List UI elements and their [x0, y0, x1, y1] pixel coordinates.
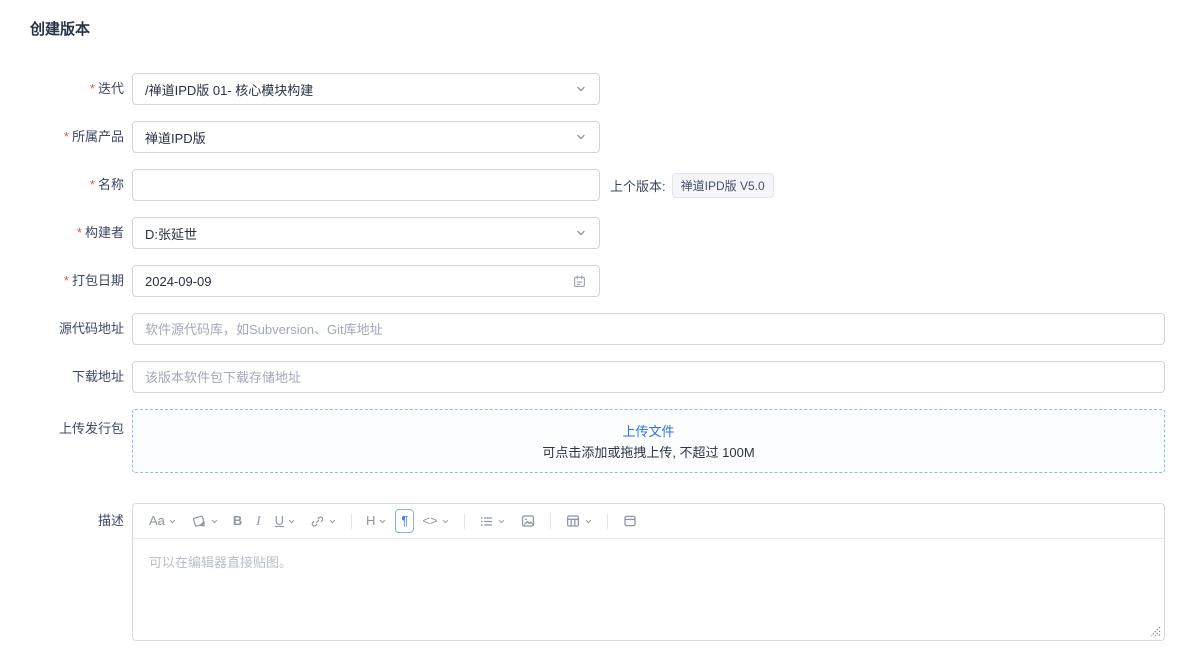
paragraph-glyph: ¶: [401, 513, 409, 528]
create-build-page: 创建版本 * 迭代 /禅道IPD版 01- 核心模块构建 * 所属产品 禅道IPD版…: [0, 0, 1201, 641]
table-button[interactable]: [559, 509, 599, 533]
bold-button[interactable]: B: [227, 509, 248, 533]
toolbar-divider: [351, 513, 353, 529]
required-mark: *: [76, 225, 82, 240]
upload-file-link[interactable]: 上传文件: [622, 421, 674, 440]
download-input[interactable]: [132, 361, 1165, 393]
toolbar-divider: [549, 513, 551, 529]
toolbar-divider: [463, 513, 465, 529]
iteration-select-value: /禅道IPD版 01- 核心模块构建: [145, 82, 314, 98]
resize-handle[interactable]: [1150, 626, 1161, 637]
chevron-down-icon: [584, 517, 593, 526]
row-build-date: * 打包日期 2024-09-09: [30, 265, 1201, 297]
italic-glyph: I: [256, 513, 261, 528]
builder-label: * 构建者: [76, 225, 124, 240]
description-editor: Aa B I U H ¶ <> 可以在编辑器直接贴图。: [132, 503, 1165, 641]
build-date-input[interactable]: 2024-09-09: [132, 265, 600, 297]
create-build-form: * 迭代 /禅道IPD版 01- 核心模块构建 * 所属产品 禅道IPD版 * 名称 …: [30, 73, 1201, 641]
image-button[interactable]: [514, 509, 542, 533]
row-name: * 名称 上个版本: 禅道IPD版 V5.0: [30, 169, 1201, 201]
calendar-icon: [572, 274, 587, 289]
image-icon: [520, 513, 536, 529]
download-label: 下载地址: [71, 369, 124, 384]
builder-select[interactable]: D:张延世: [132, 217, 600, 249]
upload-hint: 可点击添加或拖拽上传, 不超过 100M: [542, 445, 755, 460]
row-builder: * 构建者 D:张延世: [30, 217, 1201, 249]
underline-button[interactable]: U: [269, 509, 302, 533]
heading-glyph: H: [366, 513, 376, 528]
list-button[interactable]: [473, 510, 512, 533]
source-code-label: 源代码地址: [58, 321, 124, 336]
chevron-down-icon: [210, 517, 219, 526]
chevron-down-icon: [575, 131, 587, 143]
iteration-select[interactable]: /禅道IPD版 01- 核心模块构建: [132, 73, 600, 105]
chevron-down-icon: [287, 517, 296, 526]
upload-dropzone[interactable]: 上传文件 可点击添加或拖拽上传, 不超过 100M: [132, 409, 1165, 473]
required-mark: *: [63, 129, 69, 144]
row-upload: 上传发行包 上传文件 可点击添加或拖拽上传, 不超过 100M: [30, 409, 1201, 473]
build-date-value: 2024-09-09: [145, 273, 212, 289]
row-source-code: 源代码地址: [30, 313, 1201, 345]
chevron-down-icon: [441, 517, 450, 526]
source-code-input[interactable]: [132, 313, 1165, 345]
chevron-down-icon: [378, 517, 387, 526]
chevron-down-icon: [575, 83, 587, 95]
builder-select-value: D:张延世: [145, 226, 198, 242]
build-date-label: * 打包日期: [63, 273, 124, 288]
paragraph-button[interactable]: ¶: [395, 509, 415, 533]
link-icon: [310, 514, 325, 529]
editor-placeholder: 可以在编辑器直接贴图。: [149, 555, 293, 570]
heading-button[interactable]: H: [360, 509, 393, 533]
product-label: * 所属产品: [63, 129, 124, 144]
list-icon: [479, 514, 494, 529]
text-color-button[interactable]: [185, 509, 225, 533]
chevron-down-icon: [168, 517, 177, 526]
italic-button[interactable]: I: [250, 509, 266, 533]
required-mark: *: [89, 81, 95, 96]
row-product: * 所属产品 禅道IPD版: [30, 121, 1201, 153]
color-palette-icon: [191, 513, 207, 529]
toolbar-divider: [606, 513, 608, 529]
previous-version: 上个版本: 禅道IPD版 V5.0: [610, 172, 774, 198]
editor-content-area[interactable]: 可以在编辑器直接贴图。: [133, 539, 1164, 640]
panel-button[interactable]: [616, 509, 644, 533]
chevron-down-icon: [328, 517, 337, 526]
editor-toolbar: Aa B I U H ¶ <>: [133, 504, 1164, 539]
name-input[interactable]: [132, 169, 600, 201]
font-style-button[interactable]: Aa: [143, 509, 183, 533]
row-iteration: * 迭代 /禅道IPD版 01- 核心模块构建: [30, 73, 1201, 105]
required-mark: *: [63, 273, 69, 288]
underline-glyph: U: [274, 513, 285, 528]
code-glyph: <>: [422, 513, 438, 528]
table-icon: [565, 513, 581, 529]
product-select[interactable]: 禅道IPD版: [132, 121, 600, 153]
code-button[interactable]: <>: [416, 509, 455, 533]
chevron-down-icon: [575, 227, 587, 239]
chevron-down-icon: [497, 517, 506, 526]
product-select-value: 禅道IPD版: [145, 130, 206, 146]
required-mark: *: [89, 177, 95, 192]
upload-label: 上传发行包: [58, 421, 124, 436]
link-button[interactable]: [304, 510, 343, 533]
description-label: 描述: [97, 513, 124, 528]
previous-version-badge: 禅道IPD版 V5.0: [671, 172, 774, 198]
panel-icon: [622, 513, 638, 529]
font-style-glyph: Aa: [149, 513, 165, 528]
bold-glyph: B: [232, 513, 243, 528]
page-title: 创建版本: [30, 21, 91, 38]
row-description: 描述 Aa B I U H ¶ <> 可以在编辑器直接贴图。: [30, 503, 1201, 641]
row-download: 下载地址: [30, 361, 1201, 393]
iteration-label: * 迭代: [89, 81, 124, 96]
name-label: * 名称: [89, 177, 124, 192]
previous-version-label: 上个版本:: [610, 178, 666, 194]
